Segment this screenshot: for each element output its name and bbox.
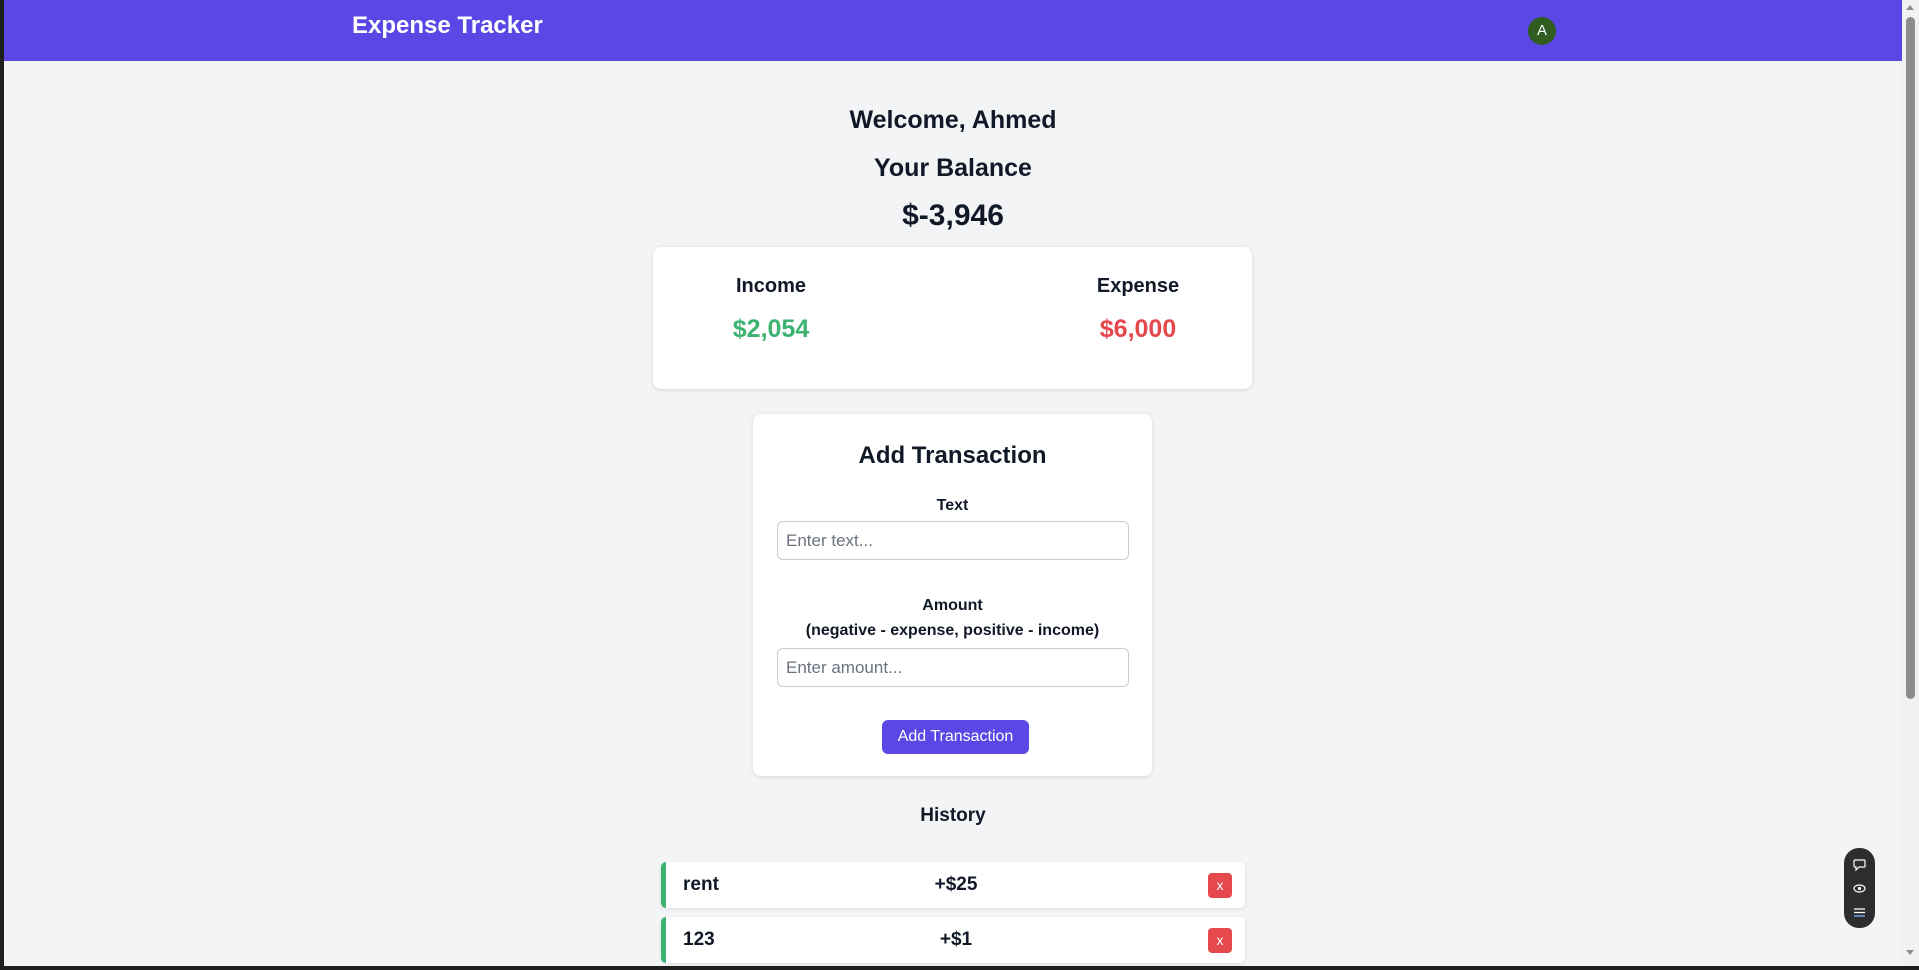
window-frame-bottom [0,966,1919,970]
history-item: rent +$25 x [661,862,1245,908]
history-title: History [920,805,986,826]
history-item-amount: +$1 [939,929,973,950]
eye-icon[interactable] [1853,882,1866,895]
income-value: $2,054 [732,315,810,343]
app-window: Expense Tracker A Welcome, Ahmed Your Ba… [4,0,1902,966]
page-scrollbar[interactable] [1902,0,1919,970]
navbar: Expense Tracker A [4,0,1902,61]
income-summary: Income $2,054 [671,275,871,344]
app-title[interactable]: Expense Tracker [352,12,543,40]
amount-input[interactable] [777,648,1129,687]
text-input[interactable] [777,521,1129,560]
chat-icon[interactable] [1853,858,1866,872]
scroll-up-arrow-icon[interactable] [1906,5,1914,10]
delete-button[interactable]: x [1208,928,1232,953]
income-label: Income [735,275,807,297]
text-label: Text [936,497,969,514]
amount-hint: (negative - expense, positive - income) [805,622,1100,639]
welcome-heading: Welcome, Ahmed [849,106,1057,134]
add-transaction-form: Add Transaction Text Amount (negative - … [753,414,1152,776]
add-transaction-button[interactable]: Add Transaction [882,720,1029,754]
amount-label: Amount [922,597,983,614]
history-item-amount: +$25 [934,874,978,895]
list-icon[interactable] [1853,906,1866,919]
expense-value: $6,000 [1099,315,1177,343]
scroll-thumb[interactable] [1906,17,1915,699]
form-title: Add Transaction [858,442,1047,469]
avatar[interactable]: A [1528,17,1556,45]
income-expense-card: Income $2,054 Expense $6,000 [653,247,1252,389]
delete-button[interactable]: x [1208,873,1232,898]
scroll-down-arrow-icon[interactable] [1906,950,1914,955]
balance-label: Your Balance [874,154,1032,182]
expense-summary: Expense $6,000 [1038,275,1238,344]
history-item: 123 +$1 x [661,917,1245,963]
balance-value: $-3,946 [902,199,1004,232]
floating-toolbar [1844,848,1875,928]
expense-label: Expense [1096,275,1180,297]
